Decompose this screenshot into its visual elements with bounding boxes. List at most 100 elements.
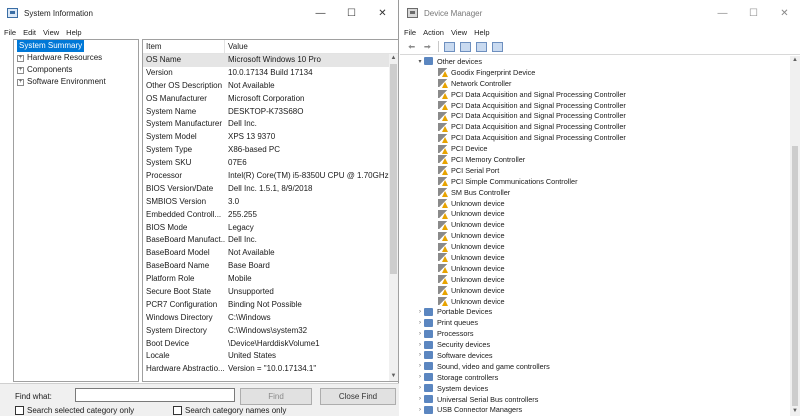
expand-icon[interactable]: ›: [416, 352, 424, 358]
table-row[interactable]: BIOS Mode Legacy: [143, 222, 389, 235]
menu-help[interactable]: Help: [66, 28, 81, 37]
back-arrow-icon[interactable]: 🠨: [406, 42, 417, 52]
device-category[interactable]: › Universal Serial Bus controllers: [400, 394, 790, 405]
device-category[interactable]: ▾ Other devices: [400, 56, 790, 67]
table-row[interactable]: Other OS Description Not Available: [143, 80, 389, 93]
expand-icon[interactable]: ›: [416, 396, 424, 402]
table-scrollbar[interactable]: ▲ ▼: [389, 54, 398, 381]
collapse-icon[interactable]: ▾: [416, 58, 424, 65]
maximize-button[interactable]: ☐: [336, 0, 367, 26]
device-category[interactable]: › Security devices: [400, 339, 790, 350]
properties-icon[interactable]: [444, 41, 455, 52]
device-item[interactable]: PCI Data Acquisition and Signal Processi…: [400, 110, 790, 121]
device-item[interactable]: Goodix Fingerprint Device: [400, 67, 790, 78]
expand-icon[interactable]: ›: [416, 342, 424, 348]
find-what-input[interactable]: [75, 388, 235, 402]
find-button[interactable]: Find: [240, 388, 312, 405]
device-item[interactable]: Unknown device: [400, 252, 790, 263]
table-row[interactable]: Hardware Abstractio... Version = "10.0.17…: [143, 363, 389, 376]
expand-icon[interactable]: ›: [416, 407, 424, 413]
table-row[interactable]: System Name DESKTOP-K73S68O: [143, 106, 389, 119]
table-row[interactable]: Processor Intel(R) Core(TM) i5-8350U CPU …: [143, 170, 389, 183]
device-item[interactable]: Unknown device: [400, 230, 790, 241]
table-row[interactable]: BaseBoard Model Not Available: [143, 247, 389, 260]
table-row[interactable]: System SKU 07E6: [143, 157, 389, 170]
expand-icon[interactable]: +: [17, 54, 24, 62]
tree-item-software-environment[interactable]: + Software Environment: [14, 76, 138, 88]
tree-item-system-summary[interactable]: System Summary: [14, 40, 138, 52]
scroll-down-icon[interactable]: ▼: [790, 407, 800, 416]
forward-arrow-icon[interactable]: 🠪: [422, 42, 433, 52]
scroll-down-icon[interactable]: ▼: [389, 372, 398, 381]
menu-view[interactable]: View: [451, 28, 467, 37]
table-row[interactable]: System Directory C:\Windows\system32: [143, 325, 389, 338]
table-row[interactable]: Boot Device \Device\HarddiskVolume1: [143, 338, 389, 351]
scroll-up-icon[interactable]: ▲: [389, 54, 398, 63]
checkbox-box[interactable]: [15, 406, 24, 415]
maximize-button[interactable]: ☐: [738, 0, 769, 26]
expand-icon[interactable]: +: [17, 78, 24, 86]
menu-file[interactable]: File: [404, 28, 416, 37]
tree-item-components[interactable]: + Components: [14, 64, 138, 76]
device-category[interactable]: › Sound, video and game controllers: [400, 361, 790, 372]
close-button[interactable]: ✕: [769, 0, 800, 26]
device-item[interactable]: Unknown device: [400, 208, 790, 219]
table-row[interactable]: SMBIOS Version 3.0: [143, 196, 389, 209]
expand-icon[interactable]: ›: [416, 363, 424, 369]
expand-icon[interactable]: ›: [416, 309, 424, 315]
column-header-item[interactable]: Item: [143, 40, 225, 53]
monitor-icon[interactable]: [492, 41, 503, 52]
search-selected-category-checkbox[interactable]: Search selected category only: [15, 406, 134, 415]
minimize-button[interactable]: —: [305, 0, 336, 26]
expand-icon[interactable]: ›: [416, 320, 424, 326]
device-item[interactable]: PCI Data Acquisition and Signal Processi…: [400, 121, 790, 132]
table-row[interactable]: System Type X86-based PC: [143, 144, 389, 157]
device-item[interactable]: Unknown device: [400, 296, 790, 307]
table-row[interactable]: Secure Boot State Unsupported: [143, 286, 389, 299]
menu-action[interactable]: Action: [423, 28, 444, 37]
table-row[interactable]: OS Manufacturer Microsoft Corporation: [143, 93, 389, 106]
device-item[interactable]: Unknown device: [400, 241, 790, 252]
menu-view[interactable]: View: [43, 28, 59, 37]
scroll-thumb[interactable]: [792, 146, 798, 406]
device-tree-scrollbar[interactable]: ▲ ▼: [790, 56, 800, 416]
table-row[interactable]: PCR7 Configuration Binding Not Possible: [143, 299, 389, 312]
table-row[interactable]: Embedded Controll... 255.255: [143, 209, 389, 222]
expand-icon[interactable]: ›: [416, 385, 424, 391]
scroll-up-icon[interactable]: ▲: [790, 56, 800, 65]
device-item[interactable]: PCI Serial Port: [400, 165, 790, 176]
help-icon[interactable]: [460, 41, 471, 52]
close-find-button[interactable]: Close Find: [320, 388, 396, 405]
menu-help[interactable]: Help: [474, 28, 489, 37]
device-category[interactable]: › Processors: [400, 328, 790, 339]
device-item[interactable]: PCI Data Acquisition and Signal Processi…: [400, 100, 790, 111]
column-header-value[interactable]: Value: [225, 40, 398, 53]
device-category[interactable]: › Storage controllers: [400, 372, 790, 383]
table-row[interactable]: BIOS Version/Date Dell Inc. 1.5.1, 8/9/20…: [143, 183, 389, 196]
device-item[interactable]: Unknown device: [400, 219, 790, 230]
table-row[interactable]: BaseBoard Name Base Board: [143, 260, 389, 273]
dm-title-bar[interactable]: Device Manager — ☐ ✕: [400, 0, 800, 26]
device-item[interactable]: PCI Simple Communications Controller: [400, 176, 790, 187]
expand-icon[interactable]: ›: [416, 374, 424, 380]
device-item[interactable]: PCI Data Acquisition and Signal Processi…: [400, 132, 790, 143]
search-category-names-checkbox[interactable]: Search category names only: [173, 406, 286, 415]
device-item[interactable]: SM Bus Controller: [400, 187, 790, 198]
device-item[interactable]: Unknown device: [400, 285, 790, 296]
device-item[interactable]: PCI Memory Controller: [400, 154, 790, 165]
device-item[interactable]: Unknown device: [400, 198, 790, 209]
device-category[interactable]: › Portable Devices: [400, 306, 790, 317]
table-row[interactable]: Platform Role Mobile: [143, 273, 389, 286]
table-row[interactable]: Version 10.0.17134 Build 17134: [143, 67, 389, 80]
device-item[interactable]: Unknown device: [400, 263, 790, 274]
device-item[interactable]: Unknown device: [400, 274, 790, 285]
minimize-button[interactable]: —: [707, 0, 738, 26]
table-row[interactable]: System Model XPS 13 9370: [143, 131, 389, 144]
expand-icon[interactable]: ›: [416, 331, 424, 337]
table-row[interactable]: BaseBoard Manufact... Dell Inc.: [143, 234, 389, 247]
si-title-bar[interactable]: System Information — ☐ ✕: [0, 0, 398, 26]
device-item[interactable]: PCI Data Acquisition and Signal Processi…: [400, 89, 790, 100]
device-category[interactable]: › Software devices: [400, 350, 790, 361]
close-button[interactable]: ✕: [367, 0, 398, 26]
device-category[interactable]: › Print queues: [400, 317, 790, 328]
